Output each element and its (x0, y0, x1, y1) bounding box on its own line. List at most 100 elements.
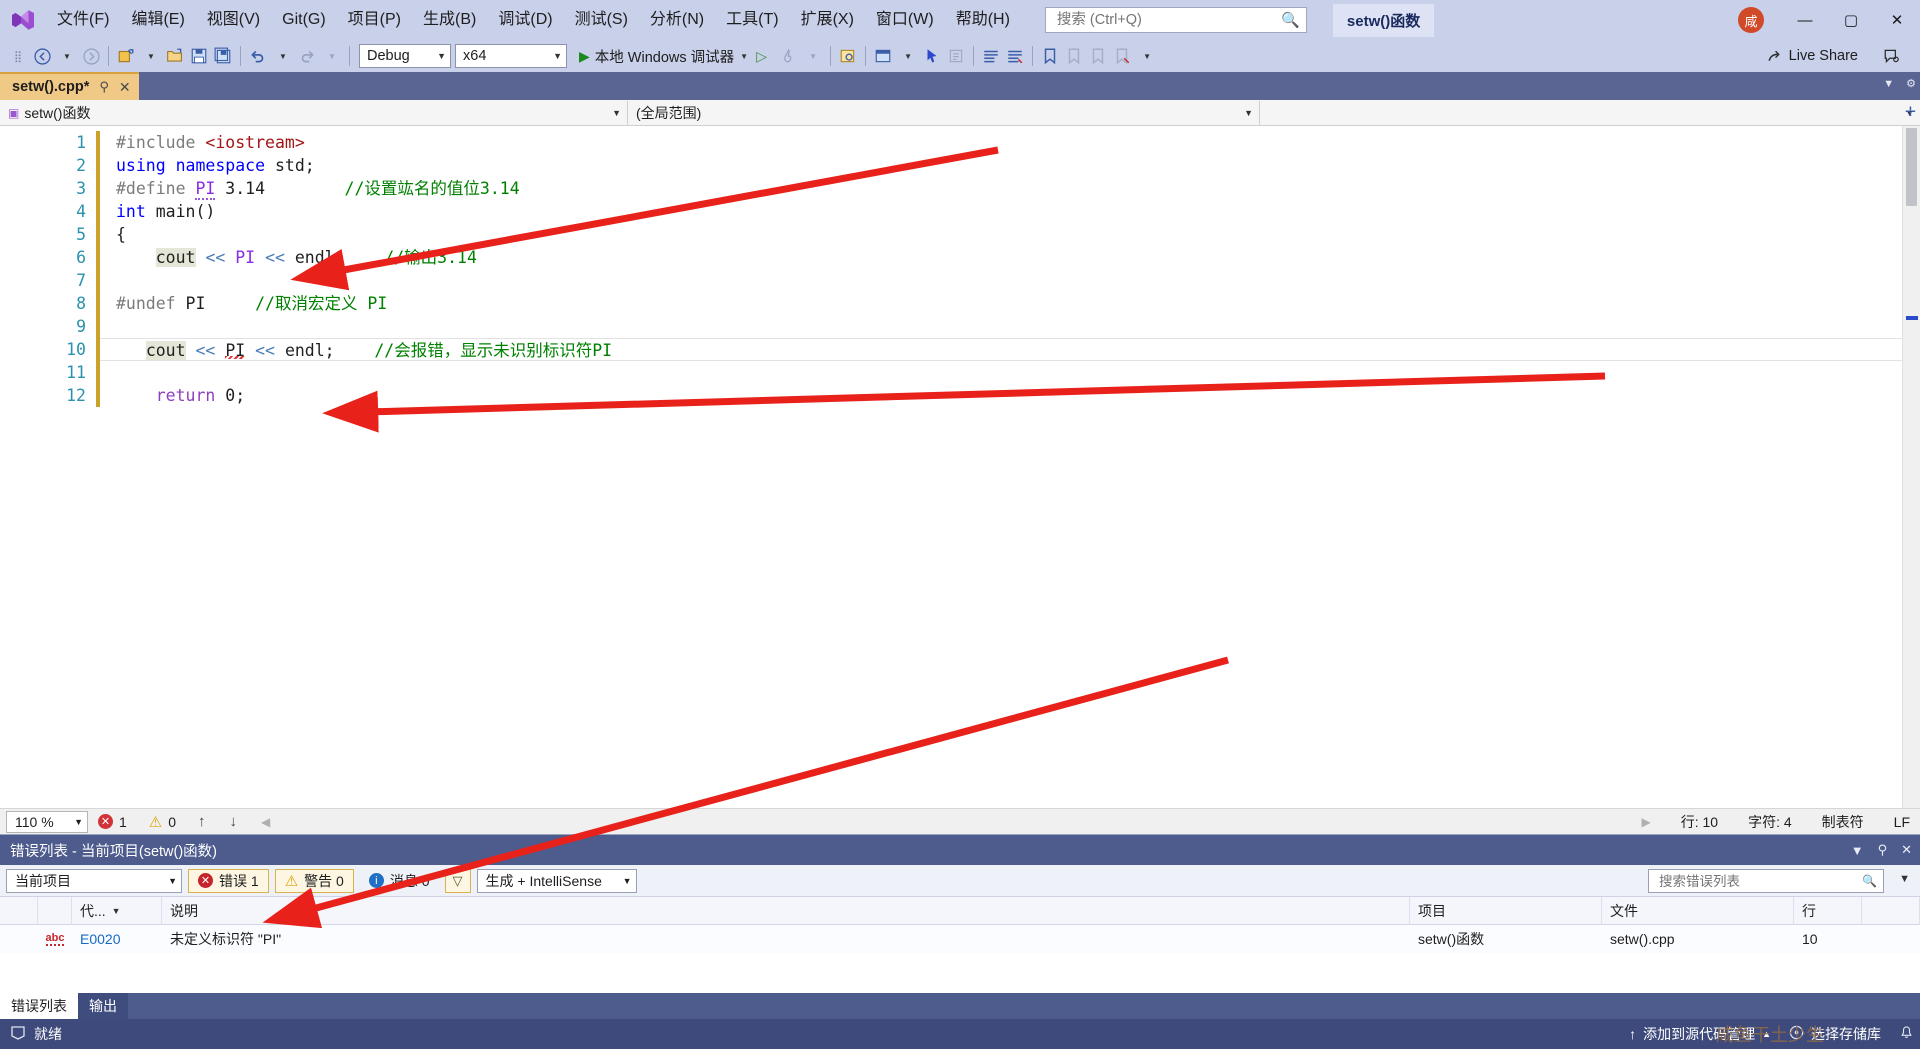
split-view-icon[interactable]: ✛ (1905, 104, 1916, 120)
next-bookmark-icon[interactable] (1086, 43, 1110, 69)
menu-item-window[interactable]: 窗口(W) (865, 7, 945, 33)
previous-issue-button[interactable]: ↑ (198, 813, 206, 830)
menu-item-view[interactable]: 视图(V) (196, 7, 271, 33)
start-debugging-button[interactable]: ▶ 本地 Windows 调试器 ▼ (575, 43, 752, 69)
scroll-left-icon[interactable]: ◀ (261, 815, 270, 829)
minimize-button[interactable]: — (1782, 0, 1828, 40)
menu-item-edit[interactable]: 编辑(E) (120, 7, 195, 33)
panel-tab-output[interactable]: 输出 (78, 993, 128, 1019)
window-layout-dropdown-icon[interactable]: ▼ (896, 43, 920, 69)
new-project-dropdown-icon[interactable]: ▼ (139, 43, 163, 69)
row-code-cell[interactable]: E0020 (72, 925, 162, 953)
hot-reload-button[interactable] (776, 43, 800, 69)
comment-lines-icon[interactable] (979, 43, 1003, 69)
column-header-suppress[interactable] (1862, 896, 1920, 925)
build-intellisense-combo[interactable]: 生成 + IntelliSense ▼ (476, 868, 637, 893)
error-list-search-input[interactable] (1657, 872, 1863, 890)
column-header-description[interactable]: 说明 (162, 896, 1410, 925)
redo-dropdown-icon[interactable]: ▼ (320, 43, 344, 69)
scroll-right-icon[interactable]: ▶ (1641, 815, 1650, 829)
next-issue-button[interactable]: ↓ (230, 813, 238, 830)
error-count-indicator[interactable]: ✕ 1 (98, 814, 127, 830)
comment-block-icon[interactable] (944, 43, 968, 69)
undo-dropdown-icon[interactable]: ▼ (271, 43, 295, 69)
zoom-level-combo[interactable]: 110 % ▼ (6, 810, 88, 833)
error-list-search-box[interactable]: 🔍 (1648, 869, 1884, 893)
toolbar-overflow-icon[interactable]: ▼ (1135, 43, 1159, 69)
menu-item-help[interactable]: 帮助(H) (945, 7, 1021, 33)
pointer-select-icon[interactable] (920, 43, 944, 69)
save-button[interactable] (187, 43, 211, 69)
avatar[interactable]: 咸 (1738, 7, 1764, 33)
warnings-toggle-button[interactable]: ⚠ 警告 0 (274, 868, 354, 893)
column-header-gutter (0, 896, 38, 925)
select-next-statement-button[interactable] (836, 43, 860, 69)
open-file-button[interactable] (163, 43, 187, 69)
bookmark-icon[interactable] (1038, 43, 1062, 69)
start-without-debugging-button[interactable]: ▷ (752, 43, 776, 69)
editor-vertical-scrollbar[interactable] (1902, 126, 1920, 808)
close-icon[interactable]: ✕ (119, 79, 131, 96)
maximize-button[interactable]: ▢ (1828, 0, 1874, 40)
uncomment-lines-icon[interactable] (1003, 43, 1027, 69)
code-editor[interactable]: 1 2 3 4 5 6 7 8 9 10 11 12 #include <ios… (0, 126, 1920, 808)
table-row[interactable]: abc E0020 未定义标识符 "PI" setw()函数 setw().cp… (0, 925, 1920, 953)
search-input[interactable] (1054, 11, 1282, 29)
gear-icon[interactable]: ⚙ (1906, 77, 1916, 90)
messages-toggle-button[interactable]: i 消息 0 (360, 869, 439, 893)
pin-icon[interactable]: ⚲ (99, 79, 109, 95)
new-project-button[interactable] (114, 43, 138, 69)
chevron-down-icon[interactable]: ▼ (1899, 873, 1910, 885)
close-icon[interactable]: ✕ (1901, 842, 1912, 858)
filter-icon[interactable]: ▽ (444, 868, 471, 893)
column-header-line[interactable]: 行 (1794, 896, 1862, 925)
hot-reload-dropdown-icon[interactable]: ▼ (801, 43, 825, 69)
menu-item-debug[interactable]: 调试(D) (487, 7, 563, 33)
close-button[interactable]: ✕ (1874, 0, 1920, 40)
solution-platform-combo[interactable]: x64 ▼ (455, 44, 567, 68)
redo-button[interactable] (295, 43, 319, 69)
column-header-code[interactable]: 代... ▼ (72, 896, 162, 925)
menu-item-project[interactable]: 项目(P) (337, 7, 412, 33)
menu-item-analyze[interactable]: 分析(N) (639, 7, 715, 33)
global-search-box[interactable]: 🔍 (1044, 7, 1307, 33)
notifications-icon[interactable] (1899, 1025, 1914, 1043)
panel-tab-error-list[interactable]: 错误列表 (0, 993, 78, 1019)
save-all-button[interactable] (211, 43, 235, 69)
solution-configuration-combo[interactable]: Debug ▼ (359, 44, 451, 68)
prev-bookmark-icon[interactable] (1062, 43, 1086, 69)
menu-item-test[interactable]: 测试(S) (564, 7, 639, 33)
navigation-bar: ▣ setw()函数 ▼ (全局范围) ▼ ▼ ✛ (0, 100, 1920, 126)
menu-item-extensions[interactable]: 扩展(X) (790, 7, 865, 33)
code-text-area[interactable]: #include <iostream> using namespace std;… (100, 126, 1920, 808)
scrollbar-thumb[interactable] (1906, 128, 1917, 206)
feedback-icon[interactable] (1880, 43, 1904, 69)
column-header-file[interactable]: 文件 (1602, 896, 1794, 925)
warning-count-indicator[interactable]: ⚠ 0 (149, 813, 176, 831)
pin-icon[interactable]: ⚲ (1878, 842, 1888, 858)
navbar-member-combo[interactable]: ▼ (1260, 100, 1920, 125)
navbar-scope-combo[interactable]: (全局范围) ▼ (628, 100, 1260, 125)
undo-button[interactable] (246, 43, 270, 69)
indentation-label[interactable]: 制表符 (1822, 812, 1864, 832)
navigate-forward-button[interactable] (79, 43, 103, 69)
live-share-button[interactable]: Live Share (1760, 43, 1864, 69)
menu-item-build[interactable]: 生成(B) (412, 7, 487, 33)
menu-item-git[interactable]: Git(G) (271, 7, 337, 33)
status-bar: 就绪 ↑ 添加到源代码管理 ▲ 选择存储库 (0, 1019, 1920, 1049)
errors-toggle-button[interactable]: ✕ 错误 1 (188, 868, 269, 893)
scope-filter-combo[interactable]: 当前项目 ▼ (6, 868, 182, 893)
clear-bookmarks-icon[interactable] (1110, 43, 1134, 69)
window-layout-button[interactable] (871, 43, 895, 69)
menu-item-tools[interactable]: 工具(T) (715, 7, 789, 33)
navbar-project-combo[interactable]: ▣ setw()函数 ▼ (0, 100, 628, 125)
line-ending-label[interactable]: LF (1894, 814, 1910, 830)
chevron-down-icon[interactable]: ▼ (1883, 78, 1894, 90)
chevron-down-icon[interactable]: ▼ (1851, 843, 1864, 858)
navigate-backward-dropdown-icon[interactable]: ▼ (55, 43, 79, 69)
navigate-backward-button[interactable] (30, 43, 54, 69)
error-code-link[interactable]: E0020 (80, 931, 120, 947)
column-header-project[interactable]: 项目 (1410, 896, 1602, 925)
document-tab-setw-cpp[interactable]: setw().cpp* ⚲ ✕ (0, 72, 139, 100)
menu-item-file[interactable]: 文件(F) (46, 7, 120, 33)
